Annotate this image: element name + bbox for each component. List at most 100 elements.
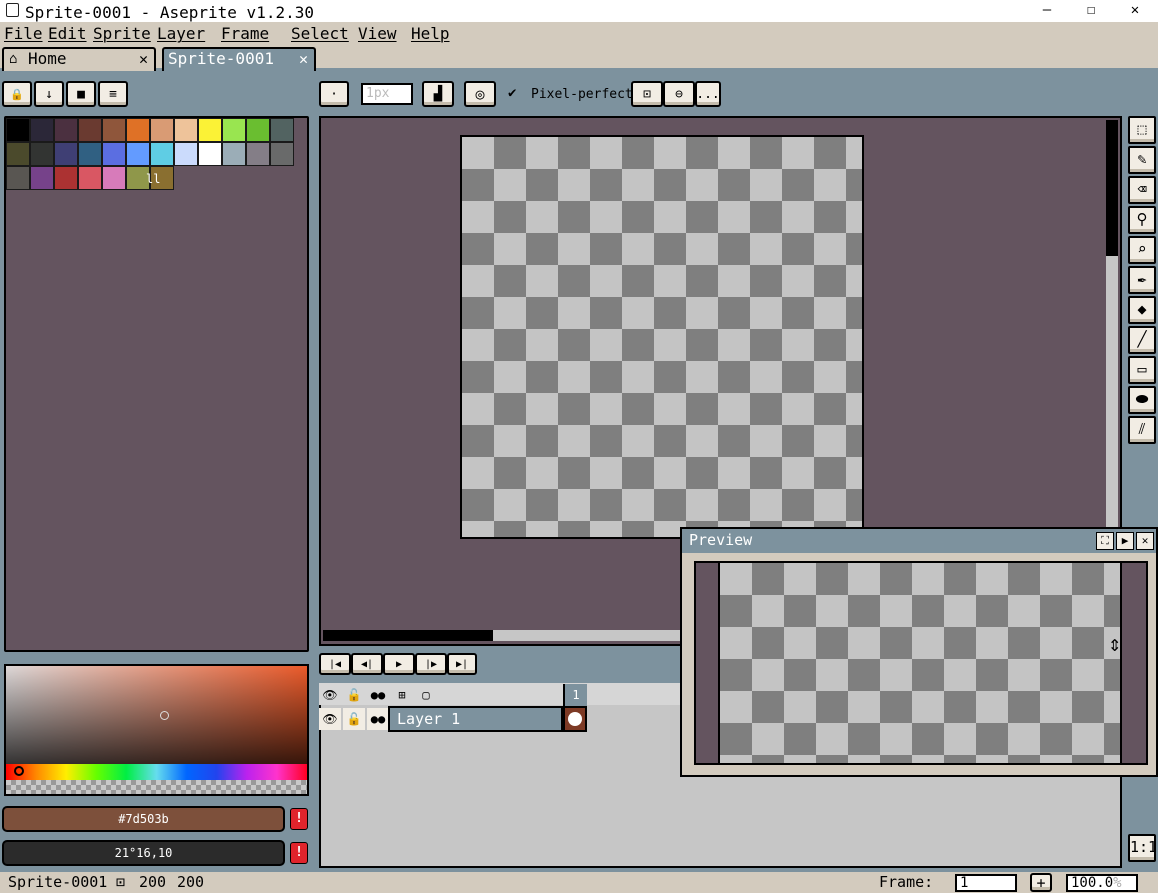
menu-sprite[interactable]: Sprite (93, 24, 151, 43)
menu-help[interactable]: Help (411, 24, 450, 43)
palette-swatch[interactable] (6, 142, 30, 166)
close-window-button[interactable]: ✕ (1112, 0, 1158, 22)
palette-swatch[interactable] (246, 142, 270, 166)
pixel-perfect-checkbox[interactable]: ✔ (508, 85, 516, 101)
palette-swatch[interactable] (198, 142, 222, 166)
palette-presets-button[interactable]: ■ (66, 81, 96, 107)
palette-swatch[interactable] (30, 142, 54, 166)
zoom-tool-icon[interactable]: ⌕ (1128, 236, 1156, 264)
eyedropper-tool-icon[interactable]: ⚲ (1128, 206, 1156, 234)
palette-swatch[interactable] (246, 118, 270, 142)
palette-swatch[interactable] (222, 118, 246, 142)
minimize-button[interactable]: — (1024, 0, 1070, 22)
menu-edit[interactable]: Edit (48, 24, 87, 43)
horizontal-scrollbar-thumb[interactable] (323, 630, 493, 641)
palette-swatch[interactable] (6, 118, 30, 142)
symmetry-horizontal-button[interactable]: ⊖ (663, 81, 695, 107)
pencil-tool-icon[interactable]: ✎ (1128, 146, 1156, 174)
line-tool-icon[interactable]: ╱ (1128, 326, 1156, 354)
palette-sort-button[interactable]: ↓ (34, 81, 64, 107)
preview-maximize-icon[interactable]: ⛶ (1096, 532, 1114, 550)
menu-layer[interactable]: Layer (157, 24, 205, 43)
vertical-scrollbar-thumb[interactable] (1106, 120, 1118, 256)
sprite-canvas[interactable] (460, 135, 864, 539)
paint-bucket-tool-icon[interactable]: ◆ (1128, 296, 1156, 324)
palette-swatch[interactable] (270, 142, 294, 166)
preview-close-icon[interactable]: ✕ (1136, 532, 1154, 550)
menu-file[interactable]: File (4, 24, 43, 43)
palette-swatch[interactable] (126, 118, 150, 142)
last-frame-button[interactable]: ▶| (447, 653, 477, 675)
palette-swatch[interactable] (30, 118, 54, 142)
onion-skin-icon[interactable]: ▢ (415, 684, 437, 706)
rectangle-tool-icon[interactable]: ▭ (1128, 356, 1156, 384)
palette-resize-handle[interactable]: ll (146, 172, 160, 186)
brush-size-input[interactable]: 1px (361, 83, 413, 105)
symmetry-vertical-button[interactable]: ⊡ (631, 81, 663, 107)
brush-type-button[interactable]: · (319, 81, 349, 107)
menu-frame[interactable]: Frame (221, 24, 269, 43)
palette-swatch[interactable] (198, 118, 222, 142)
background-color-button[interactable]: 21°16,10 (2, 840, 285, 866)
palette-swatch[interactable] (102, 142, 126, 166)
palette-swatch[interactable] (54, 118, 78, 142)
palette-swatch[interactable] (126, 142, 150, 166)
blur-tool-icon[interactable]: ⫽ (1128, 416, 1156, 444)
palette-swatch[interactable] (270, 118, 294, 142)
first-frame-button[interactable]: |◀ (319, 653, 351, 675)
palette-swatch[interactable] (54, 142, 78, 166)
contour-tool-icon[interactable]: ⬬ (1128, 386, 1156, 414)
lock-palette-button[interactable]: 🔒 (2, 81, 32, 107)
marquee-tool-icon[interactable]: ⬚ (1128, 116, 1156, 144)
tab-home[interactable]: ⌂ Home ✕ (2, 47, 156, 71)
pressure-button[interactable]: ◎ (464, 81, 496, 107)
layer-continuous-icon[interactable]: ●● (367, 708, 389, 730)
palette-swatch[interactable] (78, 118, 102, 142)
one-to-one-button[interactable]: 1:1 (1128, 834, 1157, 862)
palette-swatch[interactable] (174, 142, 198, 166)
preview-play-icon[interactable]: ▶ (1116, 532, 1134, 550)
layer-lock-icon[interactable]: 🔓 (343, 708, 365, 730)
palette-swatch[interactable] (78, 142, 102, 166)
palette-swatch[interactable] (102, 166, 126, 190)
palette-swatch[interactable] (102, 118, 126, 142)
alpha-slider[interactable] (6, 780, 307, 794)
close-tab-sprite-icon[interactable]: ✕ (299, 49, 308, 69)
spectrum-cursor[interactable] (160, 711, 169, 720)
menu-view[interactable]: View (358, 24, 397, 43)
layer-group-icon[interactable]: ⊞ (391, 684, 413, 706)
spray-tool-icon[interactable]: ✒ (1128, 266, 1156, 294)
palette-swatch[interactable] (150, 118, 174, 142)
bg-warning-icon[interactable]: ! (290, 842, 308, 864)
play-button[interactable]: ▶ (383, 653, 415, 675)
continuous-icon[interactable]: ●● (367, 684, 389, 706)
layer-row-name[interactable]: Layer 1 (388, 706, 563, 732)
frame-header-1[interactable]: 1 (563, 684, 587, 706)
frame-input[interactable]: 1 (955, 874, 1017, 892)
palette-swatch[interactable] (78, 166, 102, 190)
next-frame-button[interactable]: |▶ (415, 653, 447, 675)
palette-options-button[interactable]: ≡ (98, 81, 128, 107)
palette-swatch[interactable] (30, 166, 54, 190)
more-options-button[interactable]: ... (695, 81, 721, 107)
menu-select[interactable]: Select (291, 24, 349, 43)
foreground-color-button[interactable]: #7d503b (2, 806, 285, 832)
palette-swatch[interactable] (174, 118, 198, 142)
palette-swatch[interactable] (222, 142, 246, 166)
visibility-eye-icon[interactable]: 👁 (319, 684, 341, 706)
tab-sprite[interactable]: Sprite-0001 ✕ (162, 47, 316, 71)
ink-button[interactable]: ▟ (422, 81, 454, 107)
hue-slider[interactable] (6, 764, 307, 780)
maximize-button[interactable]: ☐ (1068, 0, 1114, 22)
zoom-input[interactable]: 100.0% (1066, 874, 1138, 892)
palette-swatch[interactable] (54, 166, 78, 190)
fg-warning-icon[interactable]: ! (290, 808, 308, 830)
add-frame-button[interactable]: + (1030, 873, 1052, 892)
lock-header-icon[interactable]: 🔓 (343, 684, 365, 706)
close-tab-home-icon[interactable]: ✕ (139, 49, 148, 69)
eraser-tool-icon[interactable]: ⌫ (1128, 176, 1156, 204)
hue-cursor[interactable] (14, 766, 24, 776)
palette-swatch[interactable] (150, 142, 174, 166)
preview-titlebar[interactable] (682, 529, 1156, 553)
palette-swatch[interactable] (6, 166, 30, 190)
